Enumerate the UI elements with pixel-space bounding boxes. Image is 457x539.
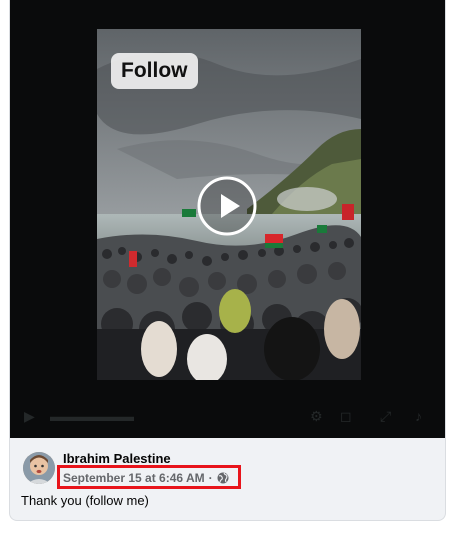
volume-icon[interactable]: ♪ — [415, 408, 422, 424]
captions-icon[interactable]: ◻ — [340, 408, 352, 425]
post-caption: Thank you (follow me) — [21, 493, 149, 508]
follow-button[interactable]: Follow — [111, 53, 198, 89]
post-author-row: Ibrahim Palestine September 15 at 6:46 A… — [23, 451, 443, 492]
meta-separator: · — [208, 471, 213, 485]
play-icon[interactable] — [196, 175, 258, 237]
video-controls: ▶ ▬▬▬▬▬▬ ⚙ ◻ ⤢ ♪ — [10, 400, 445, 434]
avatar[interactable] — [23, 452, 55, 484]
follow-label: Follow — [121, 59, 188, 82]
post-card: Follow ▶ ▬▬▬▬▬▬ ⚙ ◻ ⤢ ♪ Ibrahim Palestin… — [9, 0, 446, 521]
avatar-image — [23, 452, 55, 484]
globe-icon — [217, 472, 229, 484]
progress-track[interactable]: ▬▬▬▬▬▬ — [50, 408, 134, 424]
post-meta: September 15 at 6:46 AM · — [63, 471, 229, 485]
fullscreen-icon[interactable]: ⤢ — [380, 408, 391, 425]
post-timestamp[interactable]: September 15 at 6:46 AM — [63, 471, 205, 485]
settings-icon[interactable]: ⚙ — [310, 408, 323, 425]
play-control-icon[interactable]: ▶ — [24, 408, 35, 425]
author-name[interactable]: Ibrahim Palestine — [63, 451, 171, 466]
video-player[interactable]: Follow ▶ ▬▬▬▬▬▬ ⚙ ◻ ⤢ ♪ — [10, 0, 445, 438]
video-frame[interactable]: Follow — [97, 29, 361, 380]
